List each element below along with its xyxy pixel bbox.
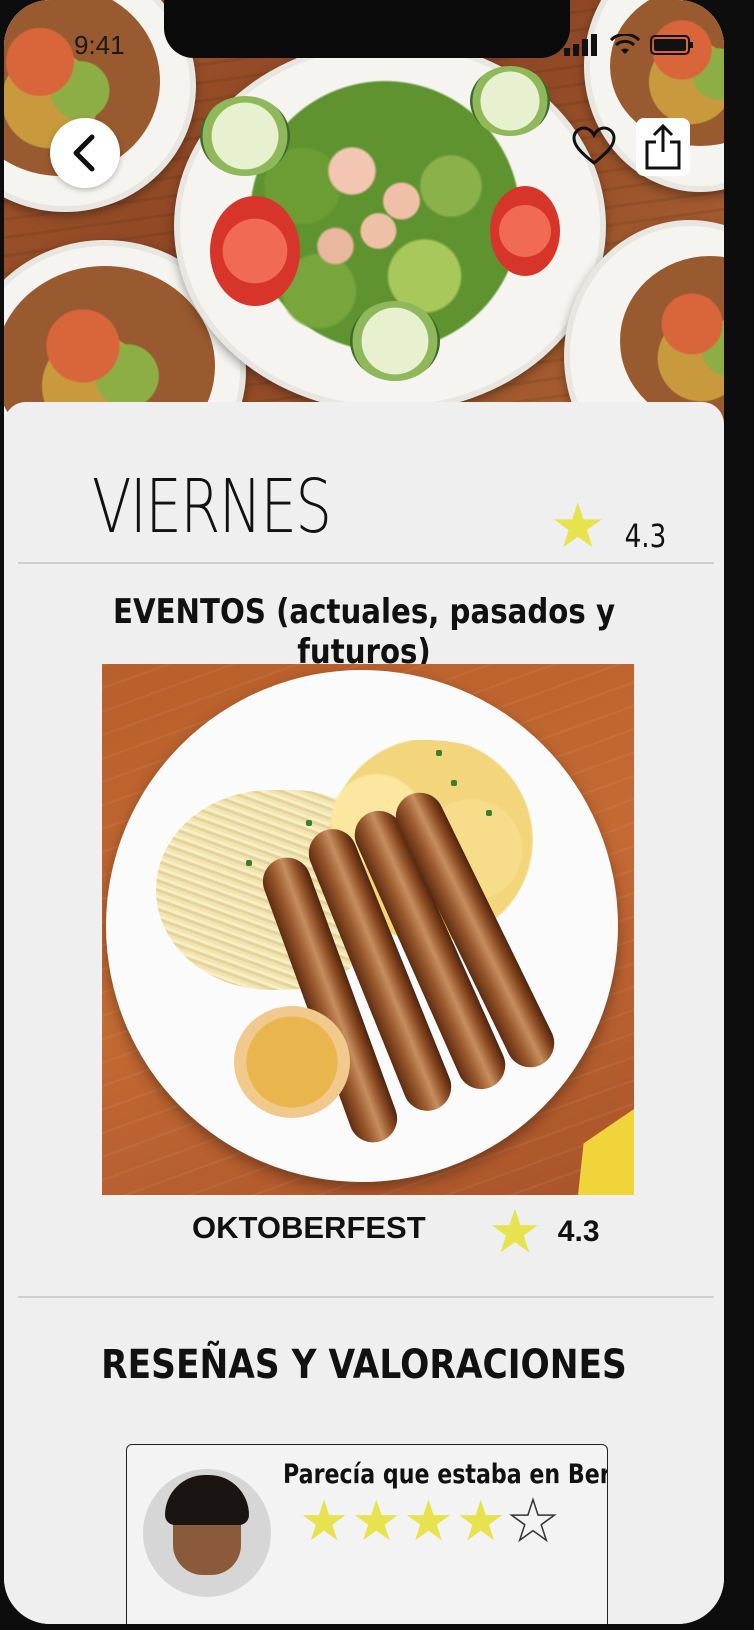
event-mustard bbox=[234, 1006, 350, 1118]
signal-icon bbox=[564, 34, 597, 56]
details-sheet: VIERNES ★ 4.3 EVENTOS (actuales, pasados… bbox=[4, 402, 724, 1624]
venue-title: VIERNES bbox=[92, 464, 332, 550]
event-name: OKTOBERFEST bbox=[192, 1210, 426, 1245]
heart-icon bbox=[572, 126, 616, 165]
hero-salad-plate bbox=[174, 40, 606, 412]
event-chive bbox=[246, 860, 252, 866]
hero-food bbox=[620, 256, 724, 426]
status-time: 9:41 bbox=[74, 30, 125, 60]
share-button[interactable] bbox=[636, 118, 690, 176]
star-filled-icon: ★ bbox=[299, 1489, 350, 1552]
avatar-hair bbox=[165, 1475, 249, 1525]
reviews-section-title: RESEÑAS Y VALORACIONES bbox=[101, 1342, 627, 1388]
divider bbox=[18, 1296, 714, 1298]
hero-food-photo bbox=[4, 0, 724, 502]
event-rating: ★ 4.3 bbox=[488, 1202, 600, 1262]
star-filled-icon: ★ bbox=[455, 1489, 506, 1552]
status-icons bbox=[564, 34, 694, 56]
chevron-left-icon bbox=[73, 134, 95, 172]
event-chive bbox=[436, 750, 442, 756]
battery-icon bbox=[650, 35, 693, 55]
device-notch bbox=[164, 0, 570, 58]
wifi-icon bbox=[610, 34, 640, 54]
hero-tomato bbox=[490, 186, 560, 276]
event-rating-value: 4.3 bbox=[557, 1215, 600, 1248]
review-card[interactable]: Parecía que estaba en Berlín ★ ★ ★ ★ ★ bbox=[126, 1444, 608, 1624]
phone-screen: 9:41 VIERNES ★ 4.3 EVENTOS (actuales, pa… bbox=[4, 0, 724, 1624]
favorite-button[interactable] bbox=[570, 122, 618, 170]
star-filled-icon: ★ bbox=[403, 1489, 454, 1552]
event-chive bbox=[451, 780, 457, 786]
hero-cucumber bbox=[350, 301, 440, 381]
star-icon: ★ bbox=[488, 1198, 542, 1265]
hero-cucumber bbox=[470, 66, 550, 136]
star-filled-icon: ★ bbox=[351, 1489, 402, 1552]
venue-rating-value: 4.3 bbox=[624, 517, 666, 555]
corner-logo-sticker bbox=[578, 1109, 634, 1195]
event-chive bbox=[306, 820, 312, 826]
venue-rating: ★ 4.3 bbox=[550, 496, 670, 558]
hero-cucumber bbox=[200, 96, 290, 176]
share-icon bbox=[645, 124, 681, 170]
event-image-oktoberfest[interactable] bbox=[102, 664, 634, 1195]
divider bbox=[18, 562, 714, 564]
star-icon: ★ bbox=[550, 492, 606, 561]
event-chive bbox=[486, 810, 492, 816]
review-stars: ★ ★ ★ ★ ★ bbox=[299, 1489, 559, 1552]
star-empty-icon: ★ bbox=[507, 1489, 559, 1552]
back-button[interactable] bbox=[50, 118, 120, 188]
event-plate bbox=[106, 670, 618, 1182]
events-section-title: EVENTOS (actuales, pasados y futuros) bbox=[112, 592, 616, 672]
hero-tomato bbox=[210, 196, 300, 306]
avatar bbox=[143, 1469, 271, 1597]
review-title: Parecía que estaba en Berlín bbox=[283, 1459, 608, 1490]
